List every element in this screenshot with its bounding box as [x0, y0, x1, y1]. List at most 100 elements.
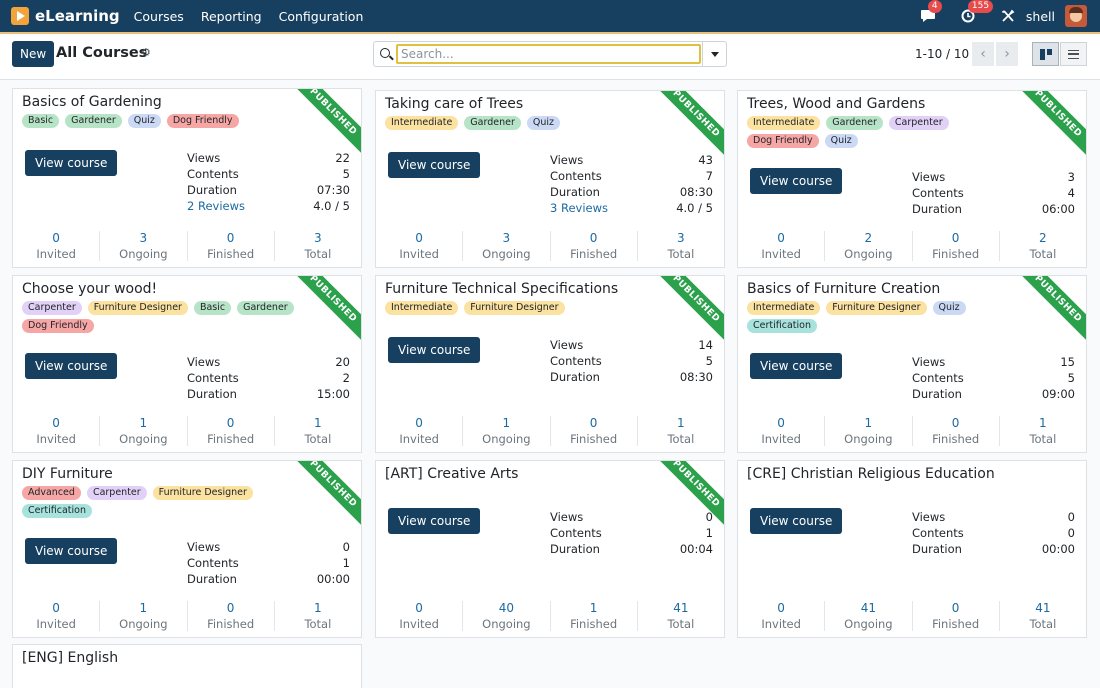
course-title[interactable]: Furniture Technical Specifications — [385, 281, 618, 297]
counter-total[interactable]: 1 Total — [275, 416, 361, 446]
view-course-button[interactable]: View course — [25, 150, 118, 176]
counter-total[interactable]: 1 Total — [1000, 416, 1086, 446]
counter-total[interactable]: 41 Total — [1000, 601, 1086, 631]
course-title[interactable]: [ENG] English — [22, 650, 118, 666]
search-input[interactable] — [396, 44, 701, 64]
reviews-link[interactable]: 3 Reviews — [550, 200, 608, 216]
user-avatar[interactable] — [1065, 5, 1087, 27]
counter-value: 0 — [951, 231, 960, 245]
search-options-toggle[interactable] — [702, 42, 726, 66]
counter-finished[interactable]: 1 Finished — [551, 601, 638, 631]
counter-ongoing[interactable]: 41 Ongoing — [825, 601, 913, 631]
counter-ongoing[interactable]: 2 Ongoing — [825, 231, 913, 261]
counter-ongoing[interactable]: 1 Ongoing — [100, 601, 188, 631]
counter-ongoing[interactable]: 3 Ongoing — [463, 231, 551, 261]
course-title[interactable]: Trees, Wood and Gardens — [747, 96, 925, 112]
pager-next-button[interactable]: › — [996, 42, 1018, 66]
duration-label: Duration — [550, 185, 600, 199]
view-course-button[interactable]: View course — [750, 508, 843, 534]
reviews-link[interactable]: 2 Reviews — [187, 198, 245, 214]
app-name[interactable]: eLearning — [35, 7, 120, 25]
course-card[interactable]: [CRE] Christian Religious Education View … — [737, 460, 1087, 638]
view-course-button[interactable]: View course — [25, 538, 118, 564]
counter-ongoing[interactable]: 3 Ongoing — [100, 231, 188, 261]
course-card[interactable]: Choose your wood! PUBLISHED Carpenter Furni… — [12, 275, 362, 453]
debug-tools-icon[interactable] — [1000, 8, 1016, 24]
menu-reporting[interactable]: Reporting — [201, 9, 262, 24]
counter-invited[interactable]: 0 Invited — [13, 416, 101, 446]
view-course-button[interactable]: View course — [750, 353, 843, 379]
course-card[interactable]: [ART] Creative Arts PUBLISHED View course … — [375, 460, 725, 638]
view-course-button[interactable]: View course — [388, 337, 481, 363]
menu-configuration[interactable]: Configuration — [279, 9, 364, 24]
counter-label: Ongoing — [119, 617, 168, 631]
counter-invited[interactable]: 0 Invited — [376, 416, 464, 446]
counter-total[interactable]: 3 Total — [275, 231, 361, 261]
counter-finished[interactable]: 0 Finished — [551, 416, 638, 446]
course-card[interactable]: Furniture Technical Specifications PUBLIS… — [375, 275, 725, 453]
course-tag: Furniture Designer — [87, 301, 188, 315]
counter-invited[interactable]: 0 Invited — [738, 601, 826, 631]
counter-finished[interactable]: 0 Finished — [188, 231, 275, 261]
counter-invited[interactable]: 0 Invited — [13, 231, 101, 261]
course-stats: Views 43 Contents 7 Duration 08:30 3 Reviews… — [550, 152, 713, 216]
course-card[interactable]: Basics of Furniture Creation PUBLISHED Int… — [737, 275, 1087, 453]
kanban-view-button[interactable] — [1032, 42, 1059, 66]
counter-finished[interactable]: 0 Finished — [913, 231, 1000, 261]
activity-clock-icon[interactable]: 155 — [960, 0, 994, 24]
counter-ongoing[interactable]: 1 Ongoing — [463, 416, 551, 446]
counter-value: 1 — [502, 416, 511, 430]
menu-courses[interactable]: Courses — [134, 9, 184, 24]
course-card[interactable]: [ENG] English — [12, 644, 362, 688]
contents-label: Contents — [187, 556, 239, 570]
course-title[interactable]: [CRE] Christian Religious Education — [747, 466, 995, 482]
course-card[interactable]: Basics of Gardening PUBLISHED Basic Gardene… — [12, 88, 362, 268]
counter-invited[interactable]: 0 Invited — [738, 231, 826, 261]
counter-total[interactable]: 1 Total — [275, 601, 361, 631]
gear-icon[interactable]: ⚙ — [141, 46, 151, 59]
view-course-button[interactable]: View course — [388, 508, 481, 534]
view-course-button[interactable]: View course — [750, 168, 843, 194]
contents-label: Contents — [912, 371, 964, 385]
counter-finished[interactable]: 0 Finished — [913, 601, 1000, 631]
counter-total[interactable]: 3 Total — [638, 231, 724, 261]
elearning-app-icon[interactable] — [11, 7, 29, 25]
counter-finished[interactable]: 0 Finished — [188, 416, 275, 446]
view-course-button[interactable]: View course — [388, 152, 481, 178]
pager-value[interactable]: 1-10 / 10 — [915, 47, 969, 61]
counter-invited[interactable]: 0 Invited — [376, 231, 464, 261]
counter-label: Finished — [570, 247, 618, 261]
course-tags: Intermediate Furniture Designer Quiz Certif… — [747, 301, 1032, 337]
course-title[interactable]: DIY Furniture — [22, 466, 113, 482]
counter-invited[interactable]: 0 Invited — [13, 601, 101, 631]
counter-invited[interactable]: 0 Invited — [738, 416, 826, 446]
counter-ongoing[interactable]: 1 Ongoing — [100, 416, 188, 446]
view-course-button[interactable]: View course — [25, 353, 118, 379]
kanban-icon — [1039, 48, 1052, 60]
counter-finished[interactable]: 0 Finished — [913, 416, 1000, 446]
counter-total[interactable]: 1 Total — [638, 416, 724, 446]
chat-icon[interactable]: 4 — [920, 0, 942, 24]
counter-ongoing[interactable]: 1 Ongoing — [825, 416, 913, 446]
counter-total[interactable]: 2 Total — [1000, 231, 1086, 261]
counter-finished[interactable]: 0 Finished — [188, 601, 275, 631]
course-title[interactable]: Choose your wood! — [22, 281, 157, 297]
list-view-button[interactable] — [1060, 42, 1087, 66]
counter-total[interactable]: 41 Total — [638, 601, 724, 631]
new-button[interactable]: New — [12, 41, 55, 67]
counter-label: Total — [667, 247, 695, 261]
course-title[interactable]: Basics of Furniture Creation — [747, 281, 940, 297]
counter-label: Finished — [207, 617, 255, 631]
course-card[interactable]: Trees, Wood and Gardens PUBLISHED Intermed… — [737, 90, 1087, 268]
course-title[interactable]: Taking care of Trees — [385, 96, 523, 112]
counter-finished[interactable]: 0 Finished — [551, 231, 638, 261]
course-card[interactable]: Taking care of Trees PUBLISHED Intermediat… — [375, 90, 725, 268]
course-title[interactable]: Basics of Gardening — [22, 94, 162, 110]
course-card[interactable]: DIY Furniture PUBLISHED Advanced Carpenter F… — [12, 460, 362, 638]
counter-invited[interactable]: 0 Invited — [376, 601, 464, 631]
user-name[interactable]: shell — [1026, 9, 1055, 24]
counter-ongoing[interactable]: 40 Ongoing — [463, 601, 551, 631]
course-title[interactable]: [ART] Creative Arts — [385, 466, 518, 482]
pager-previous-button[interactable]: ‹ — [972, 42, 994, 66]
contents-value: 7 — [705, 169, 713, 183]
